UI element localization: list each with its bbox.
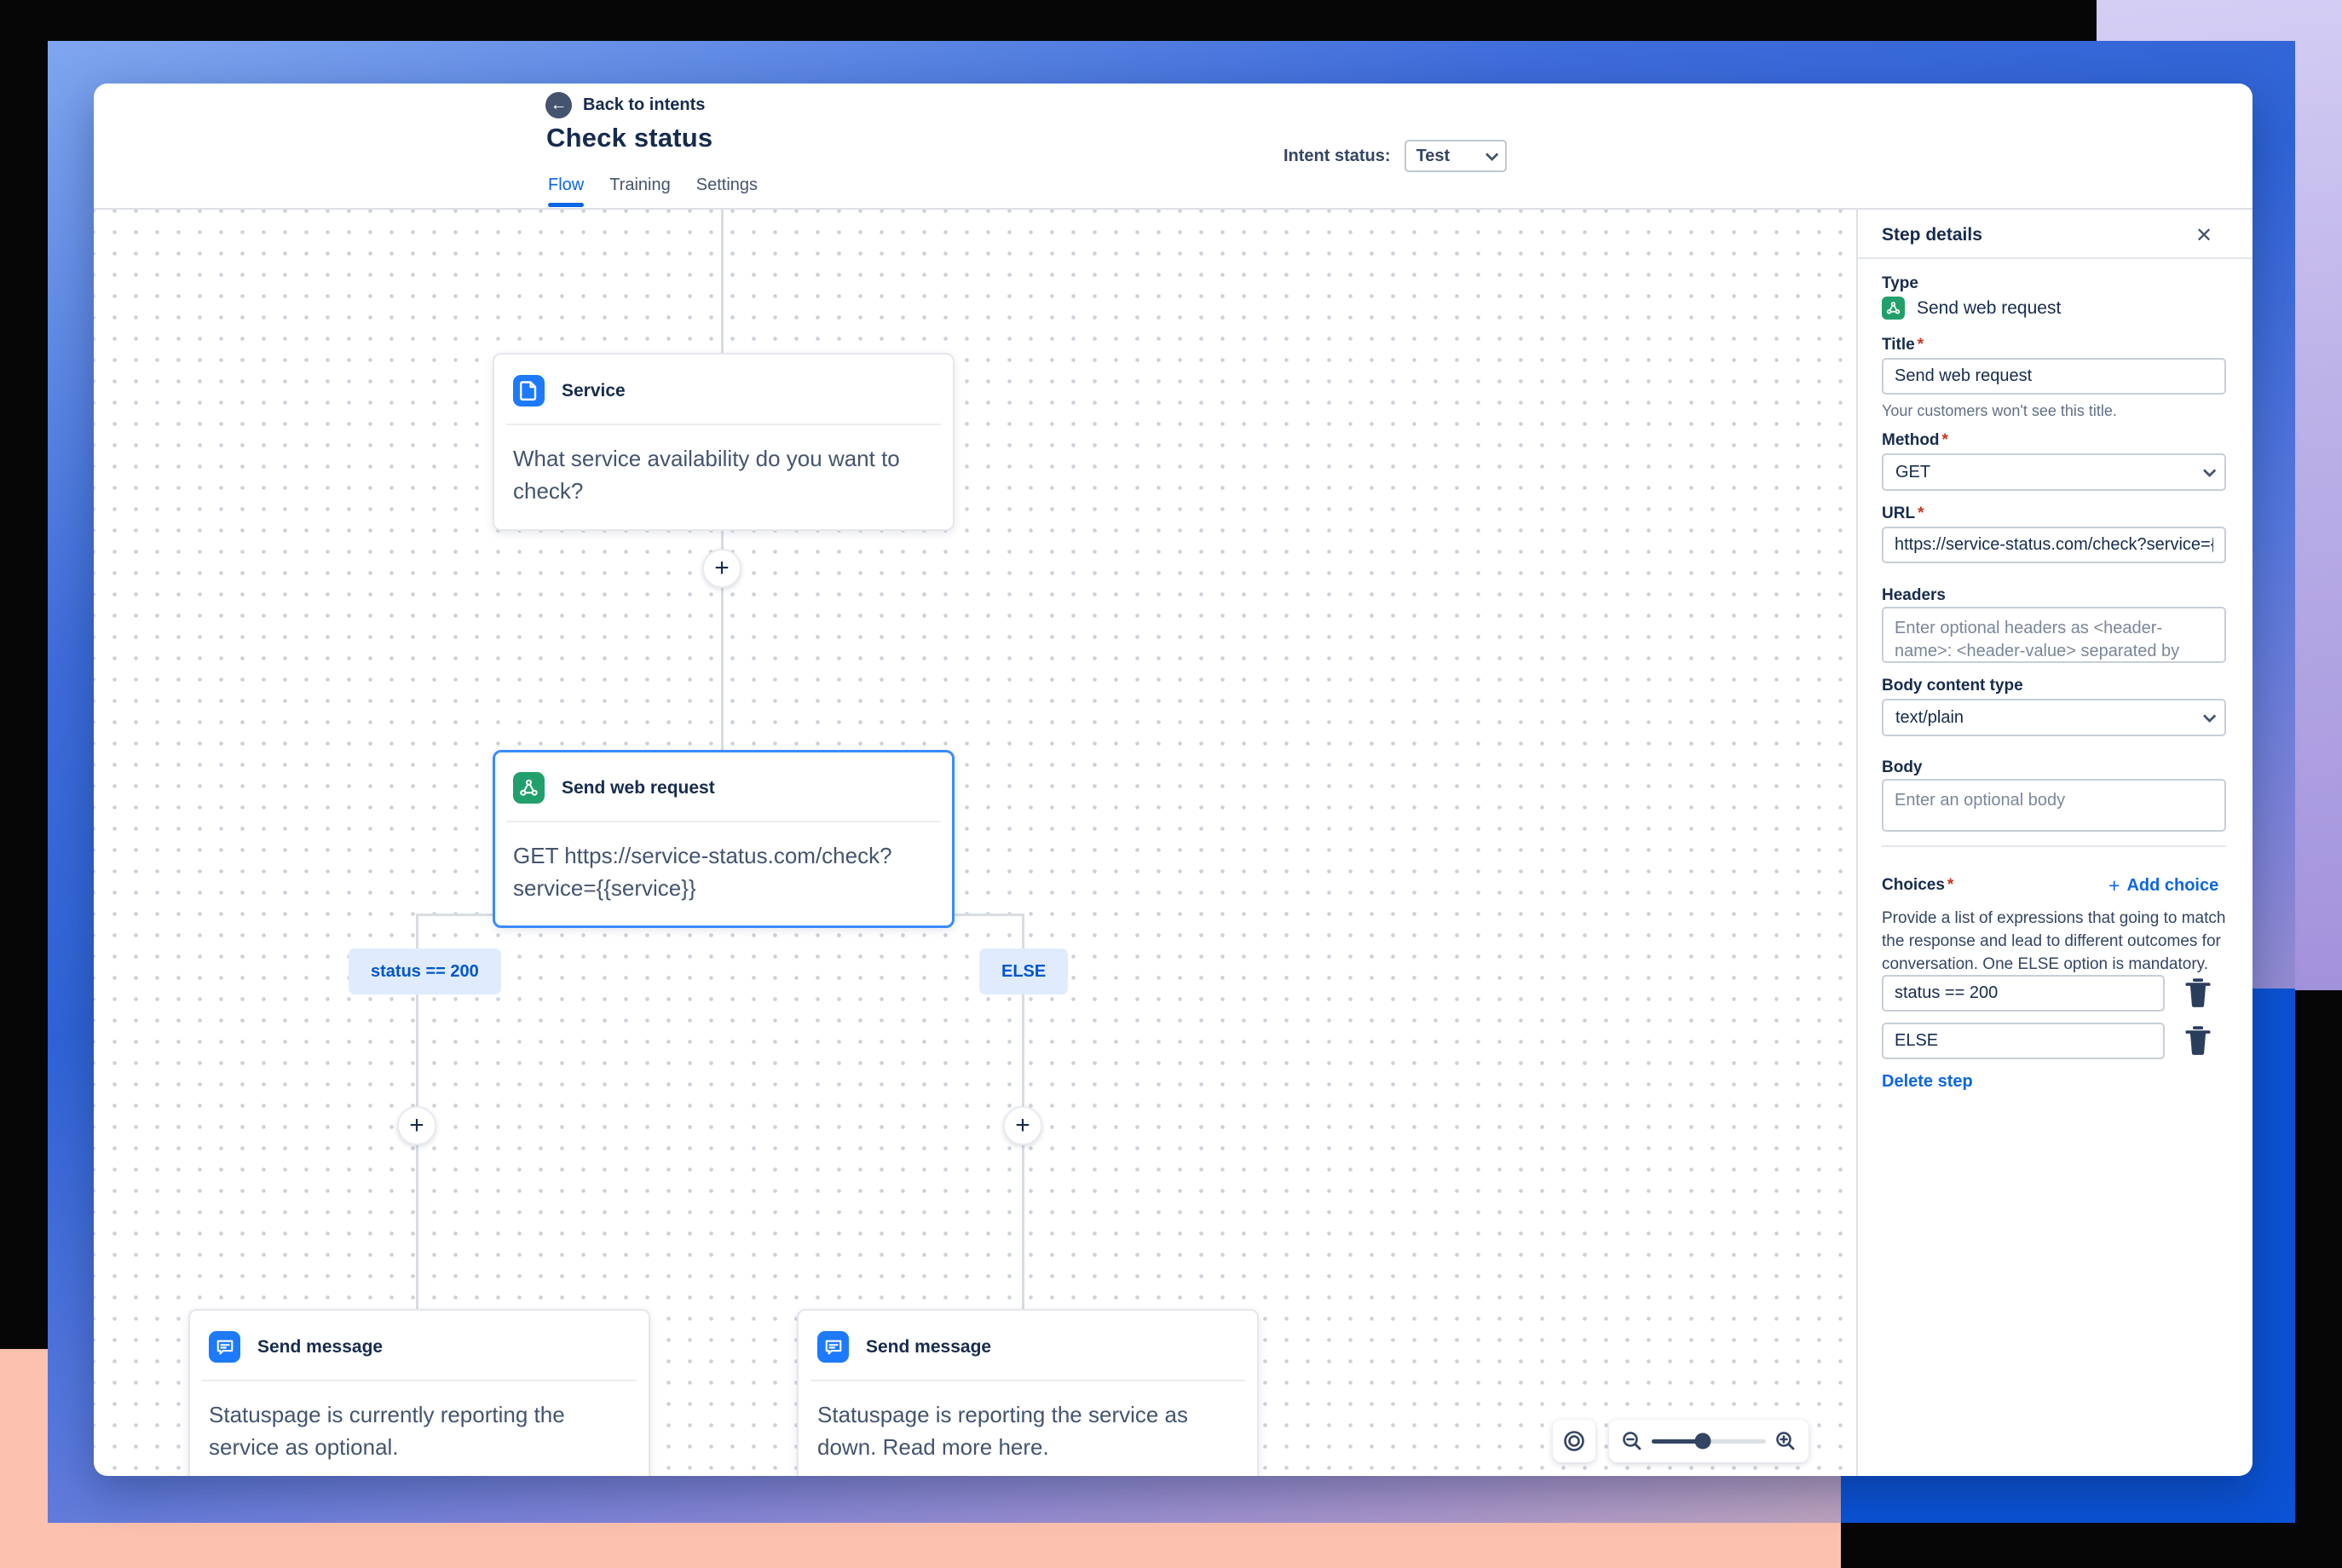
- headers-label: Headers: [1882, 586, 1946, 604]
- title-input[interactable]: [1882, 358, 2226, 395]
- add-step-button[interactable]: +: [397, 1106, 436, 1145]
- message-icon: [817, 1331, 849, 1363]
- plus-icon: +: [409, 1111, 424, 1139]
- node-body: GET https://service-status.com/check?ser…: [513, 843, 892, 901]
- back-label: Back to intents: [583, 95, 706, 114]
- node-send-message-left[interactable]: Send message Statuspage is currently rep…: [188, 1309, 650, 1476]
- app-window: ← Back to intents Check status Flow Trai…: [94, 84, 2253, 1476]
- back-to-intents-link[interactable]: ← Back to intents: [545, 92, 705, 118]
- node-divider: [506, 821, 941, 822]
- chevron-down-icon: [2202, 464, 2217, 477]
- plus-icon: +: [1015, 1111, 1030, 1139]
- node-divider: [810, 1380, 1245, 1381]
- add-step-button[interactable]: +: [702, 549, 741, 588]
- body-content-type-select[interactable]: text/plain: [1882, 699, 2226, 736]
- edge-line: [416, 994, 418, 1309]
- branch-chip-status-200[interactable]: status == 200: [349, 948, 501, 994]
- node-send-message-right[interactable]: Send message Statuspage is reporting the…: [797, 1309, 1259, 1476]
- target-icon: [1564, 1431, 1584, 1451]
- tab-settings[interactable]: Settings: [696, 176, 758, 205]
- page-title: Check status: [546, 123, 713, 153]
- plus-icon: +: [2108, 874, 2120, 896]
- zoom-slider[interactable]: [1652, 1433, 1766, 1450]
- trash-icon[interactable]: [2183, 977, 2212, 1009]
- url-input[interactable]: [1882, 527, 2226, 563]
- document-icon: [513, 375, 545, 406]
- node-body: Statuspage is reporting the service as d…: [817, 1402, 1189, 1460]
- body-label: Body: [1882, 758, 1923, 776]
- node-send-web-request[interactable]: Send web request GET https://service-sta…: [493, 750, 955, 928]
- edge-line: [1022, 914, 1024, 948]
- tab-bar: Flow Training Settings: [548, 176, 758, 207]
- intent-status-label: Intent status:: [1283, 146, 1391, 165]
- tab-training[interactable]: Training: [609, 176, 671, 205]
- close-icon[interactable]: ✕: [2189, 220, 2219, 251]
- edge-line: [1022, 994, 1024, 1309]
- type-value: Send web request: [1917, 297, 2062, 318]
- node-service[interactable]: Service What service availability do you…: [493, 353, 955, 531]
- node-title: Send web request: [562, 777, 715, 798]
- node-body: What service availability do you want to…: [513, 446, 900, 504]
- trash-icon[interactable]: [2183, 1024, 2212, 1057]
- branch-chip-else[interactable]: ELSE: [979, 948, 1069, 994]
- panel-divider: [1856, 210, 1858, 1476]
- node-divider: [202, 1380, 637, 1381]
- chevron-down-icon: [2202, 709, 2217, 723]
- node-body: Statuspage is currently reporting the se…: [209, 1402, 565, 1460]
- title-help-text: Your customers won't see this title.: [1882, 402, 2117, 419]
- flow-canvas[interactable]: Service What service availability do you…: [94, 210, 1856, 1476]
- intent-status-group: Intent status: Test: [1283, 140, 1507, 172]
- webhook-icon: [513, 772, 545, 804]
- headers-textarea[interactable]: [1882, 607, 2226, 663]
- delete-step-link[interactable]: Delete step: [1882, 1072, 1973, 1092]
- add-step-button[interactable]: +: [1003, 1106, 1042, 1145]
- section-divider: [1882, 845, 2226, 847]
- node-title: Service: [562, 380, 626, 401]
- webhook-icon: [1882, 297, 1905, 320]
- recenter-button[interactable]: [1553, 1420, 1595, 1462]
- edge-line: [416, 914, 418, 948]
- panel-title-divider: [1858, 257, 2253, 259]
- edge-line: [721, 496, 724, 758]
- body-content-type-value: text/plain: [1895, 707, 1964, 727]
- choices-help-text: Provide a list of expressions that going…: [1882, 909, 2226, 973]
- edge-line: [721, 210, 724, 353]
- back-arrow-icon: ←: [545, 92, 572, 118]
- method-select[interactable]: GET: [1882, 453, 2226, 491]
- chevron-down-icon: [1485, 147, 1498, 161]
- method-label: Method *: [1882, 431, 1948, 449]
- body-textarea[interactable]: [1882, 779, 2226, 832]
- node-divider: [506, 424, 941, 425]
- node-title: Send message: [257, 1336, 384, 1357]
- method-value: GET: [1895, 462, 1931, 481]
- zoom-toolbar: [1609, 1420, 1808, 1462]
- zoom-in-icon[interactable]: [1774, 1430, 1797, 1452]
- add-choice-button[interactable]: + Add choice: [2108, 874, 2218, 897]
- title-label: Title *: [1882, 336, 1924, 354]
- message-icon: [209, 1331, 240, 1363]
- intent-status-select[interactable]: Test: [1404, 140, 1507, 172]
- choice-input-1[interactable]: [1882, 975, 2165, 1012]
- intent-status-value: Test: [1416, 146, 1451, 165]
- add-choice-label: Add choice: [2126, 876, 2219, 895]
- panel-title: Step details: [1882, 225, 1982, 245]
- tab-flow[interactable]: Flow: [548, 176, 585, 207]
- choice-input-2[interactable]: [1882, 1023, 2165, 1059]
- node-title: Send message: [866, 1336, 992, 1357]
- zoom-slider-knob[interactable]: [1694, 1433, 1711, 1450]
- type-label: Type: [1882, 274, 1918, 292]
- zoom-out-icon[interactable]: [1621, 1430, 1643, 1452]
- choices-label: Choices *: [1882, 876, 1954, 894]
- plus-icon: +: [714, 554, 730, 582]
- url-label: URL *: [1882, 504, 1924, 522]
- body-content-type-label: Body content type: [1882, 677, 2023, 695]
- type-value-row: Send web request: [1882, 297, 2061, 320]
